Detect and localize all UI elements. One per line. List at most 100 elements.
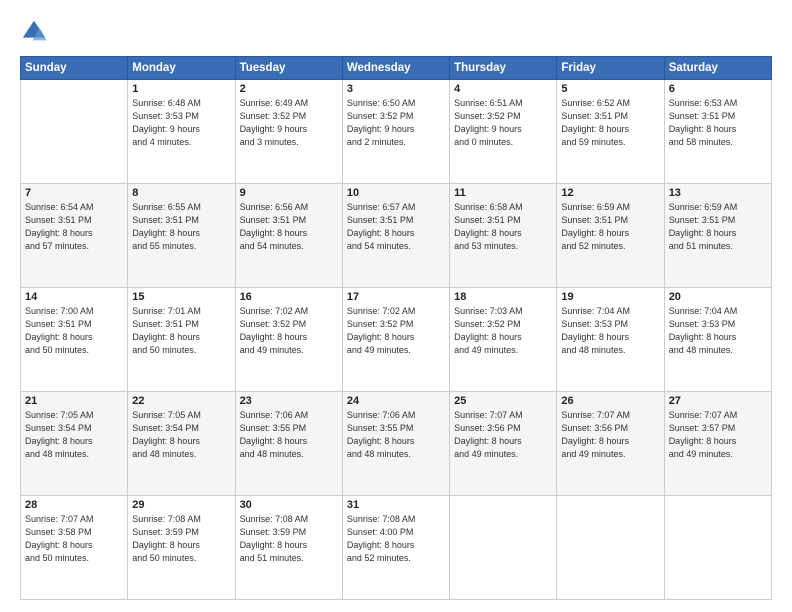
calendar-week-row: 1 Sunrise: 6:48 AM Sunset: 3:53 PM Daylig… (21, 80, 772, 184)
calendar-cell: 30 Sunrise: 7:08 AM Sunset: 3:59 PM Dayli… (235, 496, 342, 600)
day-info: Sunrise: 6:54 AM Sunset: 3:51 PM Dayligh… (25, 201, 123, 253)
calendar-table: SundayMondayTuesdayWednesdayThursdayFrid… (20, 56, 772, 600)
calendar-cell: 6Sunrise: 6:53 AM Sunset: 3:51 PM Daylig… (664, 80, 771, 184)
logo (20, 18, 52, 46)
day-info: Sunrise: 6:56 AM Sunset: 3:51 PM Dayligh… (240, 201, 338, 253)
calendar-cell: 22 Sunrise: 7:05 AM Sunset: 3:54 PM Dayli… (128, 392, 235, 496)
day-number: 28 (25, 499, 123, 511)
day-info: Sunrise: 6:51 AM Sunset: 3:52 PM Dayligh… (454, 97, 552, 149)
day-info: Sunrise: 7:07 AM Sunset: 3:57 PM Dayligh… (669, 409, 767, 461)
calendar-cell: 29 Sunrise: 7:08 AM Sunset: 3:59 PM Dayli… (128, 496, 235, 600)
day-number: 25 (454, 395, 552, 407)
calendar-cell: 5 Sunrise: 6:52 AM Sunset: 3:51 PM Daylig… (557, 80, 664, 184)
calendar-cell: 31Sunrise: 7:08 AM Sunset: 4:00 PM Dayli… (342, 496, 449, 600)
calendar-cell: 27 Sunrise: 7:07 AM Sunset: 3:57 PM Dayli… (664, 392, 771, 496)
weekday-header-row: SundayMondayTuesdayWednesdayThursdayFrid… (21, 57, 772, 80)
calendar-cell: 25 Sunrise: 7:07 AM Sunset: 3:56 PM Dayli… (450, 392, 557, 496)
weekday-header-thursday: Thursday (450, 57, 557, 80)
day-info: Sunrise: 7:08 AM Sunset: 3:59 PM Dayligh… (240, 513, 338, 565)
day-number: 1 (132, 83, 230, 95)
day-number: 2 (240, 83, 338, 95)
day-info: Sunrise: 7:05 AM Sunset: 3:54 PM Dayligh… (132, 409, 230, 461)
day-info: Sunrise: 7:03 AM Sunset: 3:52 PM Dayligh… (454, 305, 552, 357)
calendar-cell: 13 Sunrise: 6:59 AM Sunset: 3:51 PM Dayli… (664, 184, 771, 288)
logo-icon (20, 18, 48, 46)
day-info: Sunrise: 6:48 AM Sunset: 3:53 PM Dayligh… (132, 97, 230, 149)
day-number: 27 (669, 395, 767, 407)
weekday-header-monday: Monday (128, 57, 235, 80)
day-number: 30 (240, 499, 338, 511)
day-number: 3 (347, 83, 445, 95)
calendar-week-row: 28 Sunrise: 7:07 AM Sunset: 3:58 PM Dayli… (21, 496, 772, 600)
calendar-cell: 26Sunrise: 7:07 AM Sunset: 3:56 PM Dayli… (557, 392, 664, 496)
day-info: Sunrise: 7:04 AM Sunset: 3:53 PM Dayligh… (561, 305, 659, 357)
day-number: 8 (132, 187, 230, 199)
day-info: Sunrise: 7:00 AM Sunset: 3:51 PM Dayligh… (25, 305, 123, 357)
calendar-cell: 4 Sunrise: 6:51 AM Sunset: 3:52 PM Daylig… (450, 80, 557, 184)
day-number: 4 (454, 83, 552, 95)
day-info: Sunrise: 6:53 AM Sunset: 3:51 PM Dayligh… (669, 97, 767, 149)
calendar-cell: 9Sunrise: 6:56 AM Sunset: 3:51 PM Daylig… (235, 184, 342, 288)
day-number: 15 (132, 291, 230, 303)
calendar-cell: 12 Sunrise: 6:59 AM Sunset: 3:51 PM Dayli… (557, 184, 664, 288)
weekday-header-friday: Friday (557, 57, 664, 80)
day-number: 7 (25, 187, 123, 199)
day-info: Sunrise: 6:58 AM Sunset: 3:51 PM Dayligh… (454, 201, 552, 253)
day-info: Sunrise: 6:52 AM Sunset: 3:51 PM Dayligh… (561, 97, 659, 149)
day-number: 19 (561, 291, 659, 303)
day-number: 29 (132, 499, 230, 511)
day-info: Sunrise: 7:07 AM Sunset: 3:58 PM Dayligh… (25, 513, 123, 565)
calendar-cell (557, 496, 664, 600)
day-number: 10 (347, 187, 445, 199)
day-info: Sunrise: 6:57 AM Sunset: 3:51 PM Dayligh… (347, 201, 445, 253)
day-number: 26 (561, 395, 659, 407)
day-number: 21 (25, 395, 123, 407)
day-info: Sunrise: 6:59 AM Sunset: 3:51 PM Dayligh… (561, 201, 659, 253)
day-info: Sunrise: 7:07 AM Sunset: 3:56 PM Dayligh… (454, 409, 552, 461)
weekday-header-wednesday: Wednesday (342, 57, 449, 80)
calendar-week-row: 14Sunrise: 7:00 AM Sunset: 3:51 PM Dayli… (21, 288, 772, 392)
day-number: 12 (561, 187, 659, 199)
calendar-cell: 17Sunrise: 7:02 AM Sunset: 3:52 PM Dayli… (342, 288, 449, 392)
calendar-cell: 28 Sunrise: 7:07 AM Sunset: 3:58 PM Dayli… (21, 496, 128, 600)
calendar-cell: 21 Sunrise: 7:05 AM Sunset: 3:54 PM Dayli… (21, 392, 128, 496)
day-number: 24 (347, 395, 445, 407)
page: SundayMondayTuesdayWednesdayThursdayFrid… (0, 0, 792, 612)
day-info: Sunrise: 7:05 AM Sunset: 3:54 PM Dayligh… (25, 409, 123, 461)
calendar-cell: 2Sunrise: 6:49 AM Sunset: 3:52 PM Daylig… (235, 80, 342, 184)
calendar-cell: 10 Sunrise: 6:57 AM Sunset: 3:51 PM Dayli… (342, 184, 449, 288)
day-info: Sunrise: 7:04 AM Sunset: 3:53 PM Dayligh… (669, 305, 767, 357)
calendar-week-row: 7 Sunrise: 6:54 AM Sunset: 3:51 PM Daylig… (21, 184, 772, 288)
weekday-header-sunday: Sunday (21, 57, 128, 80)
day-number: 17 (347, 291, 445, 303)
weekday-header-saturday: Saturday (664, 57, 771, 80)
day-info: Sunrise: 7:06 AM Sunset: 3:55 PM Dayligh… (347, 409, 445, 461)
day-info: Sunrise: 7:06 AM Sunset: 3:55 PM Dayligh… (240, 409, 338, 461)
calendar-cell: 19 Sunrise: 7:04 AM Sunset: 3:53 PM Dayli… (557, 288, 664, 392)
day-info: Sunrise: 7:02 AM Sunset: 3:52 PM Dayligh… (240, 305, 338, 357)
day-number: 11 (454, 187, 552, 199)
calendar-cell (21, 80, 128, 184)
day-number: 31 (347, 499, 445, 511)
day-info: Sunrise: 6:55 AM Sunset: 3:51 PM Dayligh… (132, 201, 230, 253)
day-number: 16 (240, 291, 338, 303)
day-info: Sunrise: 6:50 AM Sunset: 3:52 PM Dayligh… (347, 97, 445, 149)
calendar-cell: 18 Sunrise: 7:03 AM Sunset: 3:52 PM Dayli… (450, 288, 557, 392)
calendar-cell (450, 496, 557, 600)
day-number: 13 (669, 187, 767, 199)
day-number: 23 (240, 395, 338, 407)
calendar-cell: 15Sunrise: 7:01 AM Sunset: 3:51 PM Dayli… (128, 288, 235, 392)
calendar-cell: 3 Sunrise: 6:50 AM Sunset: 3:52 PM Daylig… (342, 80, 449, 184)
day-number: 20 (669, 291, 767, 303)
day-number: 5 (561, 83, 659, 95)
day-info: Sunrise: 7:08 AM Sunset: 3:59 PM Dayligh… (132, 513, 230, 565)
calendar-cell: 20 Sunrise: 7:04 AM Sunset: 3:53 PM Dayli… (664, 288, 771, 392)
calendar-cell: 23 Sunrise: 7:06 AM Sunset: 3:55 PM Dayli… (235, 392, 342, 496)
day-number: 22 (132, 395, 230, 407)
header (20, 18, 772, 46)
calendar-cell: 11 Sunrise: 6:58 AM Sunset: 3:51 PM Dayli… (450, 184, 557, 288)
calendar-cell: 8 Sunrise: 6:55 AM Sunset: 3:51 PM Daylig… (128, 184, 235, 288)
day-number: 18 (454, 291, 552, 303)
calendar-cell: 1 Sunrise: 6:48 AM Sunset: 3:53 PM Daylig… (128, 80, 235, 184)
day-info: Sunrise: 6:59 AM Sunset: 3:51 PM Dayligh… (669, 201, 767, 253)
